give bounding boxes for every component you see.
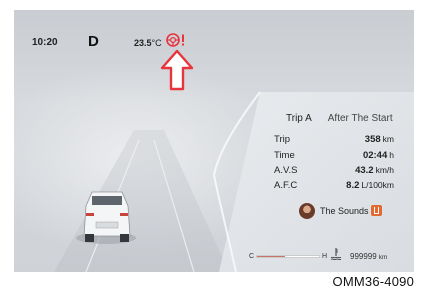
- temperature-value: 23.5: [134, 38, 152, 48]
- gauge-cold-label: C: [249, 253, 255, 260]
- odometer-value: 999999: [350, 252, 377, 261]
- trip-row-label: A.F.C: [274, 180, 298, 191]
- odometer: 999999 km: [350, 252, 387, 261]
- gauge-hot-label: H: [322, 253, 328, 260]
- trip-row-value: 8.2 L/100km: [346, 180, 394, 191]
- steering-warning-icon: [166, 33, 184, 47]
- clock: 10:20: [32, 37, 58, 48]
- album-art: [299, 203, 315, 219]
- odometer-unit: km: [378, 254, 388, 261]
- media-title: The Sounds: [320, 206, 369, 216]
- trip-row-value: 358 km: [364, 134, 394, 145]
- trip-row-avg-speed: A.V.S 43.2 km/h: [274, 165, 394, 179]
- coolant-temperature-icon: [330, 248, 342, 260]
- trip-row-label: Time: [274, 150, 295, 161]
- trip-header: Trip A After The Start: [286, 113, 393, 124]
- trip-row-label: A.V.S: [274, 165, 298, 176]
- figure-caption: OMM36-4090: [332, 274, 414, 289]
- trip-row-value: 43.2 km/h: [355, 165, 394, 176]
- outside-temperature: 23.5°C: [134, 38, 162, 48]
- trip-row-time: Time 02:44 h: [274, 150, 394, 164]
- trip-row-distance: Trip 358 km: [274, 134, 394, 148]
- tab-trip-a: Trip A: [286, 113, 312, 124]
- gear-indicator: D: [88, 33, 99, 50]
- temperature-unit: °C: [151, 38, 162, 48]
- trip-row-value: 02:44 h: [362, 150, 394, 161]
- coolant-gauge-fill: [257, 256, 285, 257]
- cluster-display: 10:20 D 23.5°C Trip A After The Start Tri…: [14, 10, 414, 272]
- media-source-icon: [371, 205, 382, 216]
- tab-after-start: After The Start: [327, 113, 393, 124]
- trip-row-label: Trip: [274, 134, 291, 145]
- pointer-arrow-icon: [160, 49, 194, 91]
- trip-row-fuel-consumption: A.F.C 8.2 L/100km: [274, 180, 394, 194]
- coolant-gauge: [256, 255, 320, 258]
